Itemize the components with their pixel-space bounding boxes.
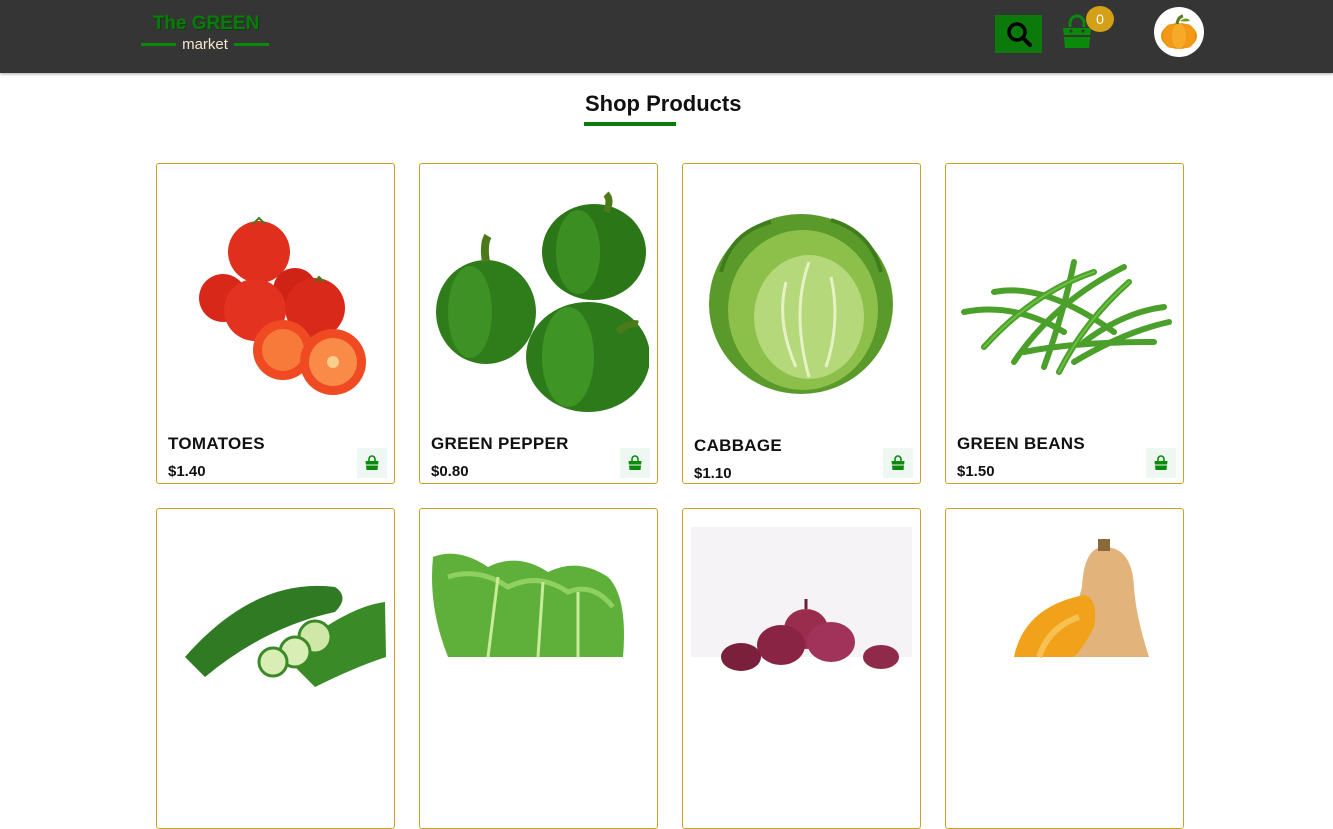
product-name: GREEN BEANS: [957, 434, 1085, 453]
green-pepper-image: [436, 191, 649, 412]
product-card[interactable]: GREEN PEPPER $0.80: [419, 163, 658, 484]
product-price: $1.40: [168, 463, 206, 480]
product-card[interactable]: GREEN BEANS $1.50: [945, 163, 1184, 484]
add-to-cart-button[interactable]: [883, 448, 913, 478]
logo-title: The GREEN: [152, 13, 260, 34]
product-price: $1.50: [957, 463, 995, 480]
green-beans-image: [961, 259, 1172, 375]
product-card[interactable]: CABBAGE $1.10: [682, 163, 921, 484]
user-avatar[interactable]: [1154, 7, 1204, 57]
logo-line-right: [234, 43, 269, 46]
page-title: Shop Products: [585, 91, 742, 116]
product-name: TOMATOES: [168, 434, 265, 453]
product-price: $1.10: [694, 465, 732, 482]
product-price: $0.80: [431, 463, 469, 480]
product-card[interactable]: [682, 508, 921, 829]
shopping-bag-icon: [365, 455, 379, 470]
pumpkin-icon: [1161, 14, 1197, 49]
shopping-bag-icon: [1154, 455, 1168, 470]
search-icon: [1006, 22, 1032, 47]
shopping-bag-icon: [628, 455, 642, 470]
logo[interactable]: The GREEN market: [141, 12, 271, 54]
cabbage-image: [709, 214, 893, 394]
red-onions-image: [691, 527, 912, 671]
product-name: CABBAGE: [694, 436, 783, 455]
top-navbar: The GREEN market 0: [0, 0, 1333, 73]
product-name: GREEN PEPPER: [431, 434, 569, 453]
product-card[interactable]: [419, 508, 658, 829]
cart-count-badge: 0: [1086, 6, 1114, 32]
cucumber-image: [185, 585, 386, 687]
product-card[interactable]: [945, 508, 1184, 829]
title-underline: [584, 122, 676, 126]
butternut-squash-image: [1014, 539, 1149, 659]
tomatoes-image: [199, 216, 366, 395]
add-to-cart-button[interactable]: [620, 448, 650, 478]
add-to-cart-button[interactable]: [357, 448, 387, 478]
lettuce-image: [432, 553, 624, 658]
product-card[interactable]: TOMATOES $1.40: [156, 163, 395, 484]
search-button[interactable]: [995, 15, 1042, 53]
product-card[interactable]: [156, 508, 395, 829]
shopping-bag-icon: [891, 455, 905, 470]
add-to-cart-button[interactable]: [1146, 448, 1176, 478]
